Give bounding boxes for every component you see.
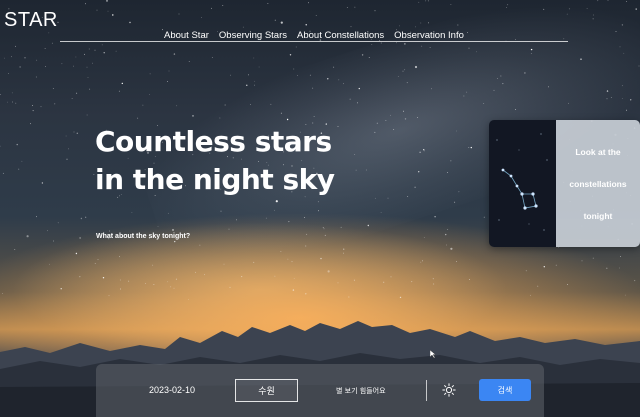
- constellation-card[interactable]: Look at the constellations tonight: [489, 120, 640, 247]
- constellation-card-text: Look at the constellations tonight: [556, 120, 640, 247]
- big-dipper-icon: [496, 133, 548, 231]
- nav-observing-stars[interactable]: Observing Stars: [219, 30, 287, 41]
- card-line-2: constellations: [569, 178, 627, 189]
- hero-title: Countless stars in the night sky: [95, 123, 335, 199]
- nav-about-constellations[interactable]: About Constellations: [297, 30, 384, 41]
- card-line-3: tonight: [583, 210, 613, 221]
- nav-observation-info[interactable]: Observation Info: [394, 30, 464, 41]
- mouse-cursor-icon: [430, 350, 436, 358]
- observation-status: 별 보기 힘들어요: [336, 387, 386, 395]
- card-line-1: Look at the: [575, 146, 621, 157]
- sun-icon: [442, 383, 456, 397]
- location-field[interactable]: 수원: [235, 379, 298, 402]
- site-logo[interactable]: STAR: [4, 9, 58, 32]
- search-button[interactable]: 검색: [479, 379, 531, 401]
- search-divider: [426, 380, 427, 401]
- hero-title-line-1: Countless stars: [95, 125, 332, 158]
- nav-divider: [60, 41, 568, 42]
- date-field[interactable]: 2023-02-10: [149, 385, 195, 395]
- hero-title-line-2: in the night sky: [95, 163, 335, 196]
- constellation-image: [489, 120, 556, 247]
- nav-about-star[interactable]: About Star: [164, 30, 209, 41]
- hero-subtitle: What about the sky tonight?: [96, 233, 191, 240]
- page: STAR About Star Observing Stars About Co…: [0, 0, 640, 417]
- main-nav: About Star Observing Stars About Constel…: [164, 30, 464, 41]
